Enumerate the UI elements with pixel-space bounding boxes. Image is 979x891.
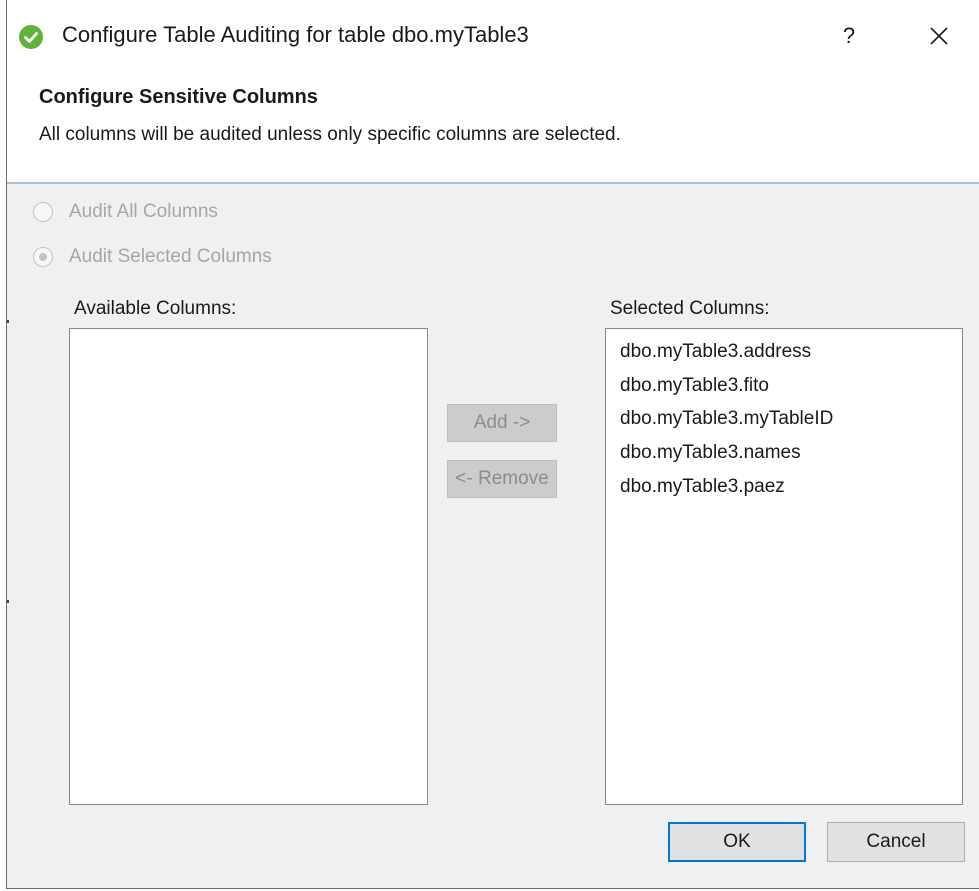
- green-check-icon: [19, 25, 43, 49]
- available-columns-list[interactable]: [69, 328, 428, 805]
- selected-columns-list[interactable]: dbo.myTable3.address dbo.myTable3.fito d…: [605, 328, 963, 805]
- header-description: All columns will be audited unless only …: [39, 124, 621, 145]
- audit-all-columns-radio[interactable]: [33, 202, 53, 222]
- audit-selected-columns-label: Audit Selected Columns: [69, 246, 272, 267]
- edge-mark: [7, 600, 9, 603]
- help-button[interactable]: ?: [827, 16, 871, 56]
- audit-all-columns-label: Audit All Columns: [69, 201, 218, 222]
- audit-selected-columns-radio[interactable]: [33, 247, 53, 267]
- close-icon: [930, 27, 948, 45]
- list-item[interactable]: dbo.myTable3.paez: [620, 476, 785, 498]
- cancel-button[interactable]: Cancel: [827, 822, 965, 862]
- remove-button[interactable]: <- Remove: [447, 460, 557, 498]
- selected-columns-label: Selected Columns:: [610, 298, 770, 319]
- configure-table-auditing-dialog: Configure Table Auditing for table dbo.m…: [6, 0, 979, 889]
- audit-selected-columns-option[interactable]: Audit Selected Columns: [33, 243, 272, 271]
- header-band: Configure Sensitive Columns All columns …: [7, 72, 979, 184]
- window-title: Configure Table Auditing for table dbo.m…: [62, 22, 529, 47]
- list-item[interactable]: dbo.myTable3.address: [620, 341, 811, 363]
- edge-mark: [7, 320, 9, 323]
- available-columns-label: Available Columns:: [74, 298, 237, 319]
- list-item[interactable]: dbo.myTable3.names: [620, 442, 801, 464]
- audit-all-columns-option[interactable]: Audit All Columns: [33, 198, 218, 226]
- ok-button[interactable]: OK: [668, 822, 806, 862]
- header-title: Configure Sensitive Columns: [39, 86, 318, 108]
- close-button[interactable]: [917, 16, 961, 56]
- add-button[interactable]: Add ->: [447, 404, 557, 442]
- list-item[interactable]: dbo.myTable3.myTableID: [620, 408, 833, 430]
- list-item[interactable]: dbo.myTable3.fito: [620, 375, 769, 397]
- title-bar[interactable]: Configure Table Auditing for table dbo.m…: [7, 0, 979, 72]
